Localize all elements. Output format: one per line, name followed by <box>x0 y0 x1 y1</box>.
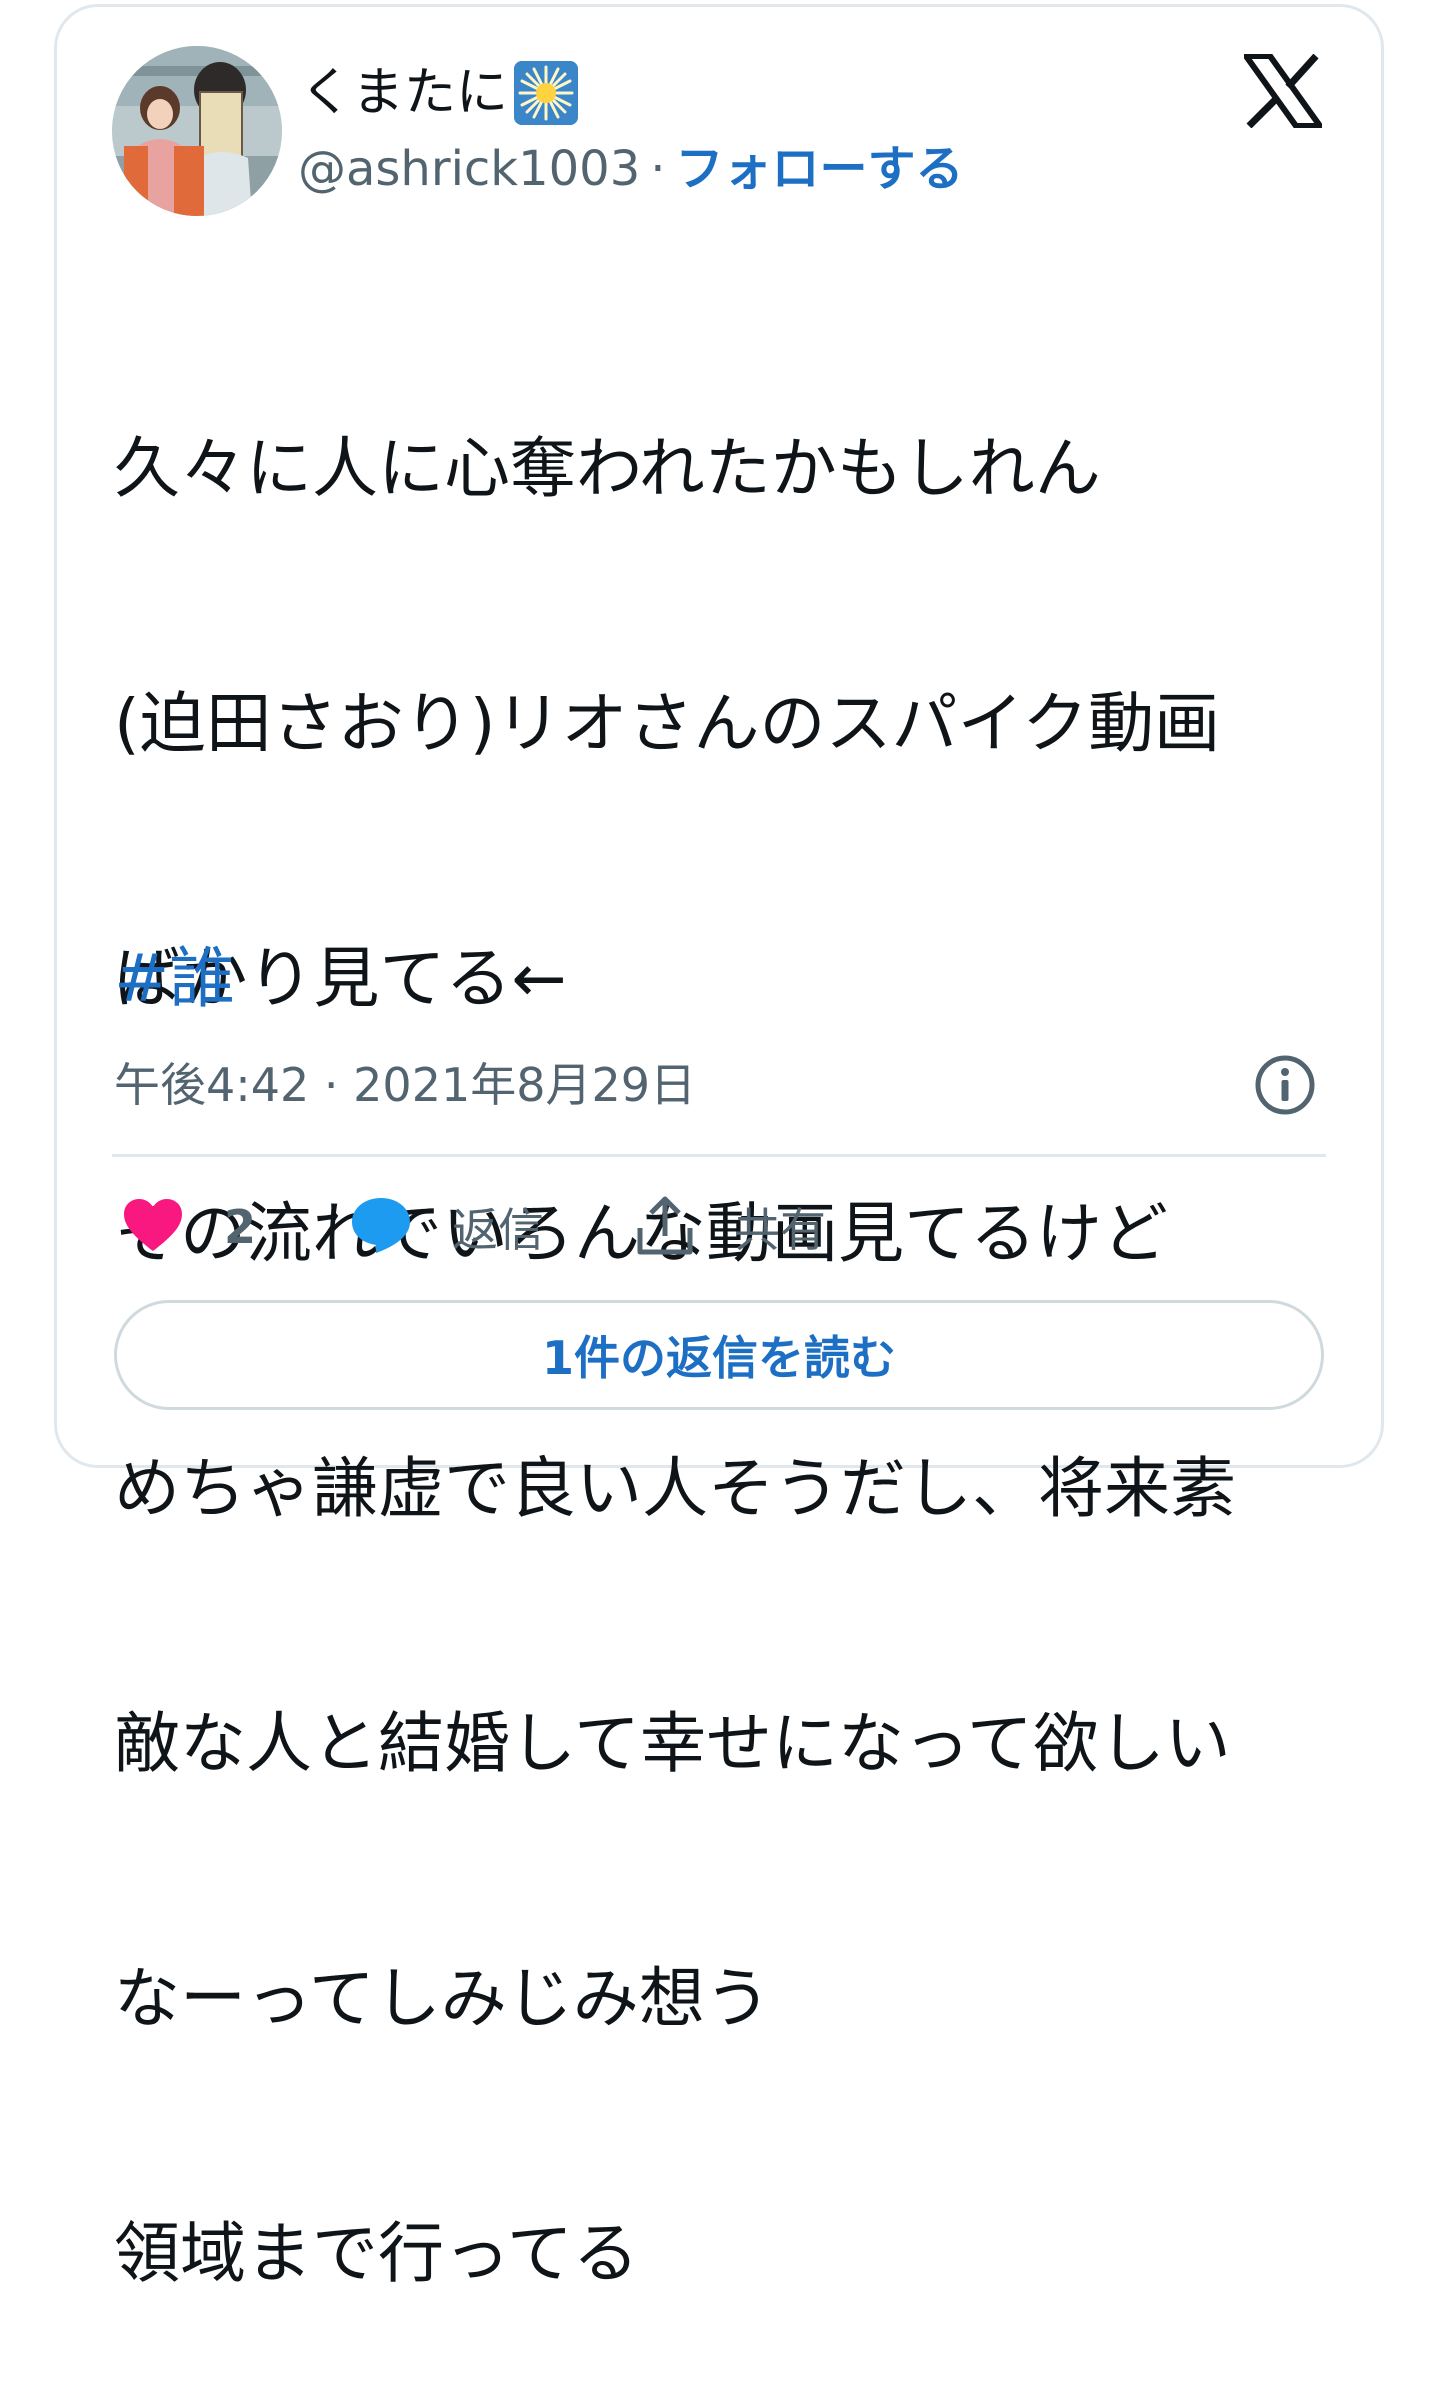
tweet-line: 久々に人に心奪われたかもしれん <box>114 430 1101 507</box>
follow-link[interactable]: フォローする <box>676 141 964 197</box>
action-bar: 2 返信 共有 <box>112 1192 1326 1262</box>
divider <box>112 1154 1326 1157</box>
avatar[interactable] <box>112 46 282 216</box>
sparkle-emoji-icon <box>514 61 579 125</box>
user-handle[interactable]: @ashrick1003 <box>298 141 640 197</box>
share-icon <box>636 1194 694 1260</box>
reply-button[interactable]: 返信 <box>350 1192 544 1262</box>
share-button[interactable]: 共有 <box>636 1192 826 1262</box>
reply-label: 返信 <box>452 1203 544 1257</box>
like-button[interactable]: 2 <box>122 1192 256 1262</box>
timestamp[interactable]: 午後4:42 · 2021年8月29日 <box>114 1050 696 1120</box>
like-count: 2 <box>224 1200 257 1254</box>
info-icon[interactable] <box>1254 1054 1316 1116</box>
separator-dot: · <box>650 141 666 197</box>
tweet-line: めちゃ謙虚で良い人そうだし、将来素 <box>114 1450 1236 1527</box>
tweet-line: (迫田さおり)リオさんのスパイク動画 <box>114 685 1221 762</box>
tweet-line: ばかり見てる← <box>114 940 567 1017</box>
reply-bubble-icon <box>350 1196 412 1258</box>
read-replies-button[interactable]: 1件の返信を読む <box>114 1300 1324 1410</box>
hashtag-link[interactable]: #誰 <box>114 936 235 1021</box>
handle-row: @ashrick1003 · フォローする <box>298 134 964 204</box>
x-logo-icon[interactable] <box>1240 53 1326 129</box>
display-name-text: くまたに <box>300 63 509 123</box>
tweet-line: 領域まで行ってる <box>114 2215 639 2292</box>
heart-icon <box>122 1197 184 1257</box>
tweet-line: なーってしみじみ想う <box>114 1960 771 2037</box>
share-label: 共有 <box>734 1203 826 1257</box>
display-name[interactable]: くまたに <box>300 58 579 128</box>
read-replies-label: 1件の返信を読む <box>541 1331 896 1385</box>
tweet-line: 敵な人と結婚して幸せになって欲しい <box>114 1705 1231 1782</box>
